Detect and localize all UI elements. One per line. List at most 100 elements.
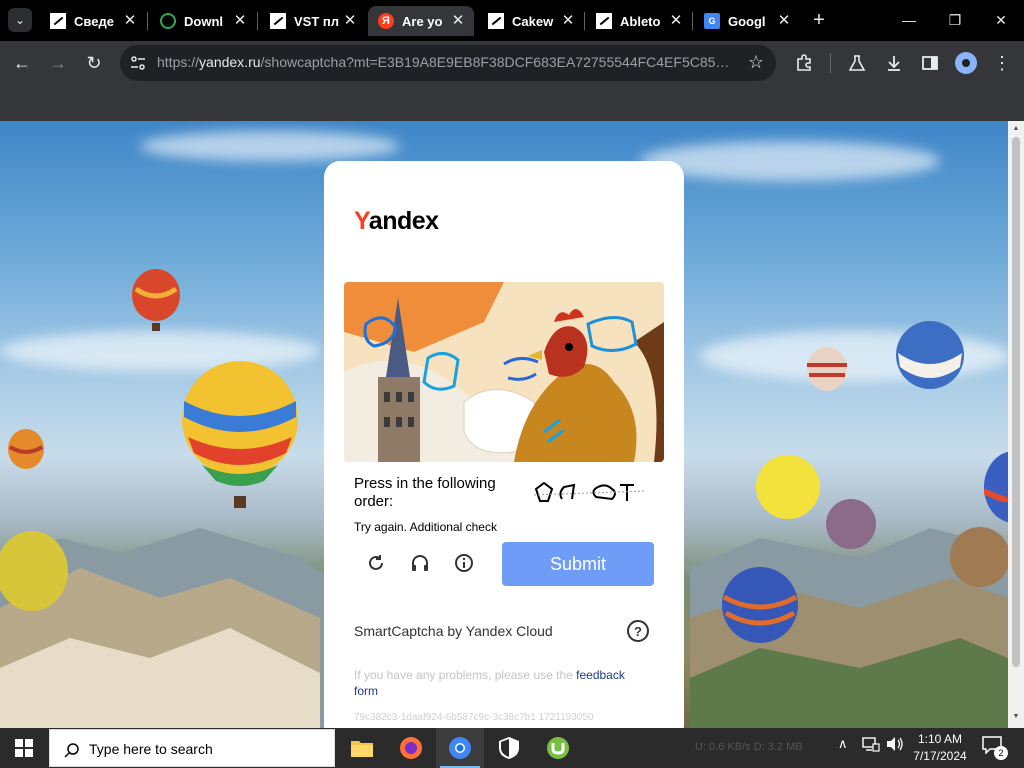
labs-button[interactable] — [843, 49, 871, 77]
restore-button[interactable]: ❐ — [932, 0, 978, 40]
tab-title: Сведе — [74, 13, 114, 29]
network-button[interactable] — [862, 736, 880, 755]
captcha-picture — [344, 282, 664, 462]
menu-button[interactable]: ⋮ — [988, 49, 1016, 77]
utorrent-icon — [547, 737, 569, 759]
info-button[interactable] — [452, 551, 476, 575]
side-panel-icon — [922, 56, 938, 70]
start-button[interactable] — [0, 728, 48, 768]
tab-title: VST пл — [294, 13, 340, 29]
balloon-orange — [8, 429, 44, 469]
balloon-blue — [896, 321, 964, 389]
downloads-button[interactable] — [880, 49, 908, 77]
scroll-up-arrow-icon[interactable]: ▲ — [1012, 125, 1020, 132]
volume-button[interactable] — [886, 736, 904, 755]
site-settings-icon[interactable] — [128, 53, 148, 73]
url-scheme: https:// — [157, 54, 200, 70]
submit-button[interactable]: Submit — [502, 542, 654, 586]
captcha-image[interactable] — [344, 282, 664, 462]
taskbar-search[interactable]: Type here to search — [49, 729, 335, 767]
taskbar-utorrent[interactable] — [534, 728, 582, 768]
question-icon: ? — [634, 623, 642, 639]
refresh-button[interactable] — [364, 551, 388, 575]
tab-6[interactable]: G Googl ✕ — [694, 6, 800, 36]
system-clock[interactable]: 1:10 AM 7/17/2024 — [905, 731, 975, 765]
minimize-icon: — — [902, 12, 916, 28]
tab-1[interactable]: Downl ✕ — [150, 6, 256, 36]
page-scrollbar[interactable]: ▲ ▼ — [1008, 121, 1024, 728]
tab-separator — [584, 12, 585, 30]
side-panel-button[interactable] — [916, 49, 944, 77]
clock-time: 1:10 AM — [917, 732, 963, 746]
tab-5[interactable]: Ableto ✕ — [586, 6, 692, 36]
url-text[interactable]: https://yandex.ru/showcaptcha?mt=E3B19A8… — [157, 54, 737, 70]
profile-button[interactable] — [952, 49, 980, 77]
balloon-brown — [950, 527, 1008, 587]
close-icon: ✕ — [995, 11, 1007, 28]
windows-logo-icon — [15, 739, 33, 757]
extensions-button[interactable] — [790, 49, 818, 77]
balloon-striped — [807, 347, 847, 391]
scroll-down-arrow-icon[interactable]: ▼ — [1012, 713, 1020, 720]
close-icon[interactable]: ✕ — [560, 13, 576, 29]
download-icon — [888, 56, 900, 71]
file-icon — [488, 13, 504, 29]
close-icon[interactable]: ✕ — [232, 13, 248, 29]
help-button[interactable]: ? — [627, 620, 649, 642]
arrow-right-icon: → — [49, 52, 67, 73]
search-icon — [62, 740, 82, 760]
yandex-logo-y: Y — [354, 207, 369, 235]
firefox-icon — [400, 737, 422, 759]
taskbar-chrome[interactable] — [436, 728, 484, 768]
tab-title: Ableto — [620, 13, 661, 29]
new-tab-button[interactable]: + — [808, 9, 830, 31]
scrollbar-thumb[interactable] — [1012, 137, 1020, 667]
tab-title: Googl — [728, 13, 766, 29]
yandex-logo-rest: andex — [368, 207, 439, 235]
info-icon — [455, 554, 473, 572]
close-window-button[interactable]: ✕ — [978, 0, 1024, 40]
search-placeholder: Type here to search — [89, 741, 213, 757]
avatar-icon — [955, 52, 977, 74]
notifications-button[interactable]: 2 — [982, 736, 1008, 760]
taskbar-firefox[interactable] — [387, 728, 435, 768]
taskbar-file-explorer[interactable] — [338, 728, 386, 768]
tab-3-active[interactable]: Я Are yo ✕ — [368, 6, 474, 36]
order-icon-shield — [534, 481, 554, 502]
back-button[interactable]: ← — [8, 49, 36, 77]
tab-4[interactable]: Cakew ✕ — [478, 6, 584, 36]
bookmark-star-icon[interactable]: ☆ — [748, 52, 764, 73]
tray-expand-button[interactable]: ∧ — [838, 736, 848, 752]
taskbar-security[interactable] — [485, 728, 533, 768]
tab-2[interactable]: VST пл ✕ — [260, 6, 366, 36]
address-bar[interactable]: https://yandex.ru/showcaptcha?mt=E3B19A8… — [120, 45, 776, 81]
tab-strip: ⌄ Сведе ✕ Downl ✕ VST пл ✕ Я Are yo ✕ Ca… — [0, 0, 1024, 41]
minimize-button[interactable]: — — [886, 0, 932, 40]
balloon-blue-red — [722, 567, 798, 643]
speaker-icon — [887, 737, 903, 751]
network-icon — [862, 737, 880, 752]
cloud — [640, 141, 940, 181]
tab-separator — [692, 12, 693, 30]
chevron-down-icon: ⌄ — [14, 13, 26, 27]
chrome-icon — [449, 737, 471, 759]
tab-title: Downl — [184, 13, 223, 29]
audio-captcha-button[interactable] — [408, 551, 432, 575]
url-host: yandex.ru — [199, 54, 261, 70]
refresh-icon — [369, 555, 383, 570]
captcha-prompt: Press in the following order: — [354, 475, 496, 510]
balloon-purple — [826, 499, 876, 549]
close-icon[interactable]: ✕ — [122, 13, 138, 29]
tab-0[interactable]: Сведе ✕ — [40, 6, 146, 36]
forward-button[interactable]: → — [44, 49, 72, 77]
headphones-icon — [412, 555, 428, 571]
cloud — [140, 131, 400, 161]
close-icon[interactable]: ✕ — [342, 13, 358, 29]
tab-search-button[interactable]: ⌄ — [8, 8, 32, 32]
close-icon[interactable]: ✕ — [668, 13, 684, 29]
close-icon[interactable]: ✕ — [450, 13, 466, 29]
yandex-logo: Yandex — [354, 207, 439, 236]
google-translate-icon: G — [704, 13, 720, 29]
close-icon[interactable]: ✕ — [776, 13, 792, 29]
reload-button[interactable]: ↻ — [80, 49, 108, 77]
